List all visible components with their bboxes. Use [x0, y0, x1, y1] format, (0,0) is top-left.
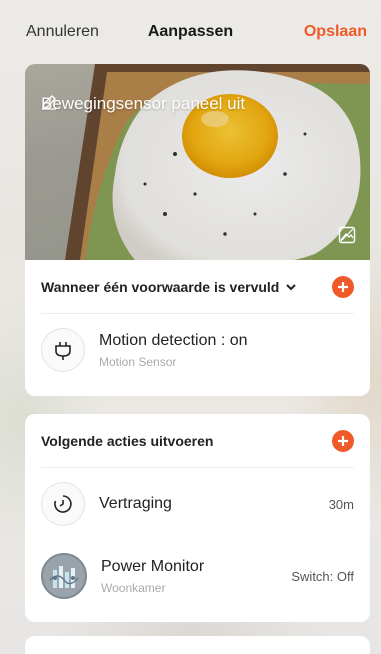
navigation-bar: Annuleren Aanpassen Opslaan [0, 0, 381, 64]
save-button[interactable]: Opslaan [304, 23, 367, 41]
image-icon[interactable] [338, 226, 356, 244]
power-monitor-icon [41, 553, 87, 599]
scene-name[interactable]: Bewegingsensor paneel uit [41, 94, 265, 114]
action-item-device[interactable]: Power Monitor Woonkamer Switch: Off [25, 540, 370, 612]
plus-icon [338, 281, 348, 292]
plug-icon [55, 342, 71, 360]
condition-icon-circle [41, 328, 85, 372]
actions-header: Volgende acties uitvoeren [41, 414, 354, 468]
pencil-icon[interactable] [42, 95, 265, 112]
action-device-title: Power Monitor [101, 557, 205, 575]
condition-title: Motion detection : on [99, 331, 248, 349]
scene-name-text: Bewegingsensor paneel uit [41, 94, 246, 113]
actions-heading: Volgende acties uitvoeren [41, 432, 214, 449]
action-delay-title: Vertraging [99, 495, 172, 512]
cancel-button[interactable]: Annuleren [26, 23, 99, 41]
action-delay-value: 30m [328, 496, 354, 512]
plus-icon [338, 435, 348, 446]
action-device-value: Switch: Off [291, 568, 354, 584]
timer-icon [54, 495, 72, 513]
action-device-room: Woonkamer [101, 580, 166, 595]
condition-device: Motion Sensor [99, 354, 177, 369]
add-condition-button[interactable] [332, 275, 354, 298]
condition-heading: Wanneer één voorwaarde is vervuld [41, 278, 280, 295]
chevron-down-icon [286, 283, 297, 290]
actions-card: Volgende acties uitvoeren Vertraging 30m [25, 414, 370, 622]
scene-cover-image[interactable]: Bewegingsensor paneel uit [25, 64, 370, 260]
action-item-delay[interactable]: Vertraging 30m [25, 468, 370, 540]
condition-mode-dropdown[interactable]: Wanneer één voorwaarde is vervuld [41, 279, 297, 295]
delay-icon-circle [41, 482, 85, 526]
condition-header: Wanneer één voorwaarde is vervuld [41, 260, 354, 314]
scene-card: Bewegingsensor paneel uit Wanneer één vo… [25, 64, 370, 396]
add-action-button[interactable] [332, 429, 354, 452]
condition-item[interactable]: Motion detection : on Motion Sensor [25, 314, 370, 386]
next-card-partial [25, 636, 370, 654]
